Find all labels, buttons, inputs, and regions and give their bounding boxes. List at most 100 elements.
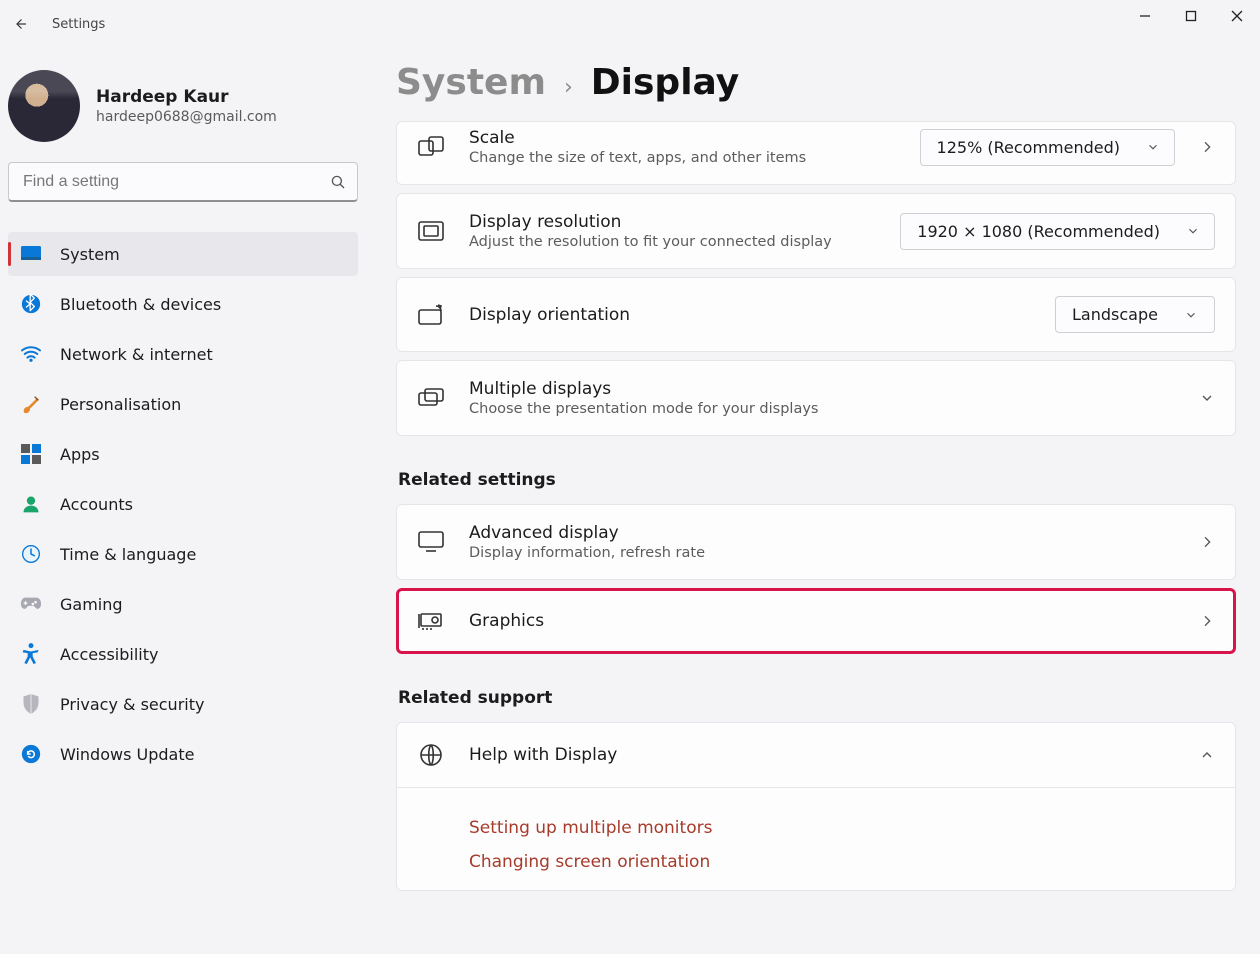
sidebar-nav: System Bluetooth & devices Network & int… <box>8 232 376 776</box>
chevron-down-icon <box>1199 390 1215 406</box>
multiple-displays-card[interactable]: Multiple displays Choose the presentatio… <box>396 360 1236 436</box>
sidebar-item-gaming[interactable]: Gaming <box>8 582 358 626</box>
profile-block[interactable]: Hardeep Kaur hardeep0688@gmail.com <box>8 62 376 162</box>
window-controls <box>1122 0 1260 32</box>
card-subtitle: Adjust the resolution to fit your connec… <box>469 234 876 250</box>
sidebar-item-label: Network & internet <box>60 345 213 364</box>
scale-select[interactable]: 125% (Recommended) <box>920 129 1175 166</box>
sidebar-item-apps[interactable]: Apps <box>8 432 358 476</box>
sidebar-item-system[interactable]: System <box>8 232 358 276</box>
card-title: Help with Display <box>469 745 1175 765</box>
graphics-card[interactable]: Graphics <box>396 588 1236 654</box>
support-link-multi-monitors[interactable]: Setting up multiple monitors <box>469 818 1215 838</box>
select-value: 1920 × 1080 (Recommended) <box>917 222 1160 241</box>
bluetooth-icon <box>20 293 42 315</box>
sidebar-item-label: Privacy & security <box>60 695 204 714</box>
chevron-down-icon <box>1186 224 1200 238</box>
select-value: Landscape <box>1072 305 1158 324</box>
minimize-button[interactable] <box>1122 0 1168 32</box>
sidebar-item-label: Accessibility <box>60 645 158 664</box>
help-display-expanded: Setting up multiple monitors Changing sc… <box>396 788 1236 891</box>
sidebar-item-label: Windows Update <box>60 745 194 764</box>
scale-card[interactable]: Scale Change the size of text, apps, and… <box>396 121 1236 185</box>
chevron-right-icon <box>1199 534 1215 550</box>
card-title: Graphics <box>469 611 1175 631</box>
chevron-up-icon <box>1199 747 1215 763</box>
orientation-select[interactable]: Landscape <box>1055 296 1215 333</box>
card-subtitle: Change the size of text, apps, and other… <box>469 150 896 166</box>
sidebar-item-label: Time & language <box>60 545 196 564</box>
chevron-right-icon <box>1199 139 1215 155</box>
resolution-select[interactable]: 1920 × 1080 (Recommended) <box>900 213 1215 250</box>
chevron-right-icon <box>1199 613 1215 629</box>
resolution-card[interactable]: Display resolution Adjust the resolution… <box>396 193 1236 269</box>
card-title: Display orientation <box>469 305 1031 325</box>
sidebar-item-label: Personalisation <box>60 395 181 414</box>
sidebar-item-label: Accounts <box>60 495 133 514</box>
help-display-card[interactable]: Help with Display <box>396 722 1236 788</box>
breadcrumb-current: Display <box>591 62 739 103</box>
card-title: Scale <box>469 128 896 148</box>
paintbrush-icon <box>20 393 42 415</box>
display-icon <box>20 243 42 265</box>
profile-name: Hardeep Kaur <box>96 87 277 107</box>
sidebar-item-bluetooth[interactable]: Bluetooth & devices <box>8 282 358 326</box>
orientation-card[interactable]: Display orientation Landscape <box>396 277 1236 352</box>
scale-icon <box>417 133 445 161</box>
sidebar-item-label: Bluetooth & devices <box>60 295 221 314</box>
gamepad-icon <box>20 593 42 615</box>
sidebar-item-label: Apps <box>60 445 100 464</box>
sidebar-item-windows-update[interactable]: Windows Update <box>8 732 358 776</box>
accessibility-icon <box>20 643 42 665</box>
card-subtitle: Display information, refresh rate <box>469 545 1175 561</box>
multiple-displays-icon <box>417 384 445 412</box>
sidebar-item-label: System <box>60 245 120 264</box>
resolution-icon <box>417 217 445 245</box>
breadcrumb: System › Display <box>396 62 1236 103</box>
window-title: Settings <box>52 17 105 32</box>
monitor-icon <box>417 528 445 556</box>
apps-icon <box>20 443 42 465</box>
shield-icon <box>20 693 42 715</box>
card-title: Display resolution <box>469 212 876 232</box>
sidebar-item-personalisation[interactable]: Personalisation <box>8 382 358 426</box>
chevron-right-icon: › <box>564 75 573 100</box>
advanced-display-card[interactable]: Advanced display Display information, re… <box>396 504 1236 580</box>
sidebar-item-network[interactable]: Network & internet <box>8 332 358 376</box>
minimize-icon <box>1139 10 1151 22</box>
sidebar: Hardeep Kaur hardeep0688@gmail.com Syste… <box>0 62 376 776</box>
section-related-settings: Related settings <box>398 470 1236 490</box>
search-icon <box>329 173 347 191</box>
update-icon <box>20 743 42 765</box>
wifi-icon <box>20 343 42 365</box>
section-related-support: Related support <box>398 688 1236 708</box>
sidebar-item-label: Gaming <box>60 595 123 614</box>
maximize-icon <box>1185 10 1197 22</box>
sidebar-item-accounts[interactable]: Accounts <box>8 482 358 526</box>
chevron-down-icon <box>1184 308 1198 322</box>
back-button[interactable] <box>0 0 40 48</box>
sidebar-item-time-language[interactable]: Time & language <box>8 532 358 576</box>
orientation-icon <box>417 301 445 329</box>
support-link-orientation[interactable]: Changing screen orientation <box>469 852 1215 872</box>
close-button[interactable] <box>1214 0 1260 32</box>
close-icon <box>1231 10 1243 22</box>
profile-email: hardeep0688@gmail.com <box>96 109 277 125</box>
sidebar-item-accessibility[interactable]: Accessibility <box>8 632 358 676</box>
card-title: Multiple displays <box>469 379 1175 399</box>
breadcrumb-parent[interactable]: System <box>396 62 546 103</box>
search-input-wrapper[interactable] <box>8 162 358 202</box>
clock-icon <box>20 543 42 565</box>
maximize-button[interactable] <box>1168 0 1214 32</box>
sidebar-item-privacy[interactable]: Privacy & security <box>8 682 358 726</box>
card-title: Advanced display <box>469 523 1175 543</box>
globe-icon <box>417 741 445 769</box>
person-icon <box>20 493 42 515</box>
title-bar: Settings <box>0 0 1260 48</box>
content-area: System › Display Scale Change the size o… <box>396 62 1236 954</box>
chevron-down-icon <box>1146 140 1160 154</box>
gpu-icon <box>417 607 445 635</box>
search-input[interactable] <box>23 173 329 191</box>
card-subtitle: Choose the presentation mode for your di… <box>469 401 1175 417</box>
select-value: 125% (Recommended) <box>937 138 1120 157</box>
